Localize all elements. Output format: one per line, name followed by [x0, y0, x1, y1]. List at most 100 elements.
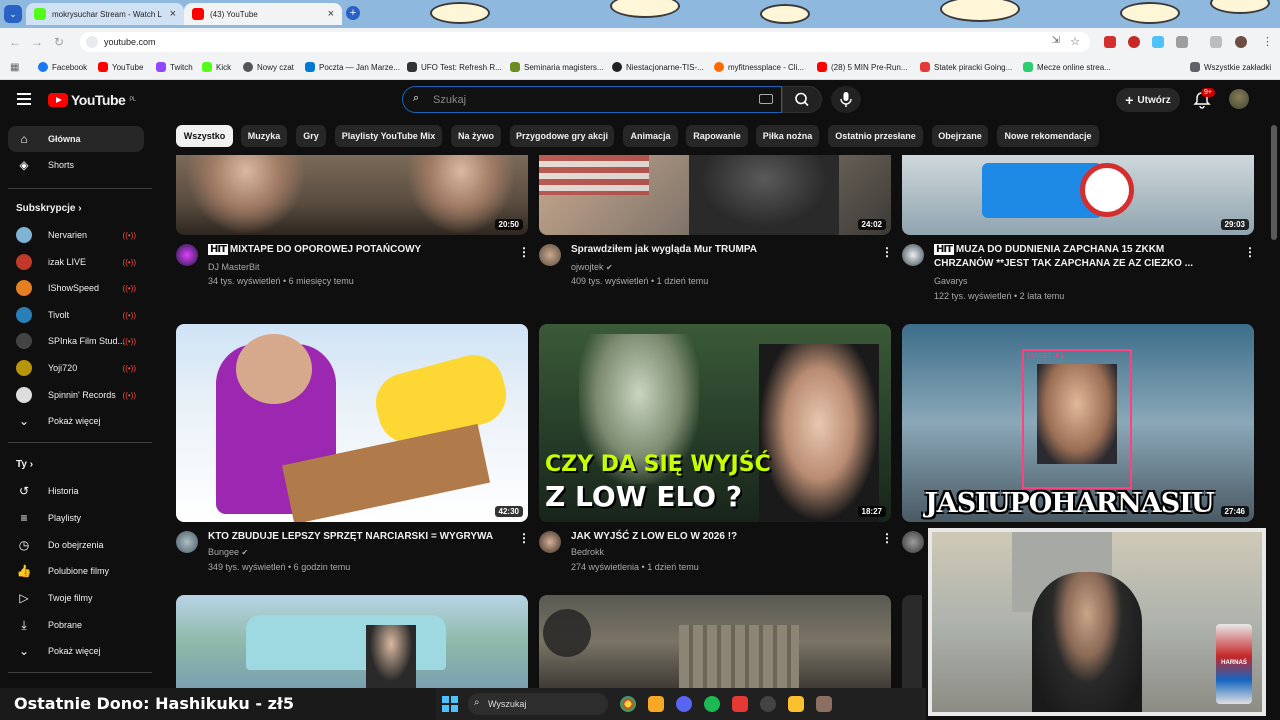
forward-icon[interactable]: → — [26, 35, 48, 49]
voice-search-button[interactable] — [831, 86, 861, 113]
chip[interactable]: Obejrzane — [932, 125, 988, 147]
chip-all[interactable]: Wszystko — [176, 125, 233, 147]
chip[interactable]: Na żywo — [451, 125, 501, 147]
search-button[interactable] — [782, 86, 822, 113]
app-icon[interactable] — [732, 696, 748, 712]
video-thumbnail[interactable]: 42:30 — [176, 324, 528, 522]
chip[interactable]: Gry — [296, 125, 326, 147]
channel-avatar[interactable] — [539, 244, 561, 266]
sidebar-item-downloads[interactable]: ⤓ Pobrane — [8, 612, 144, 638]
channel-name[interactable]: Bungee ✔ — [208, 547, 248, 557]
sidebar-item-subscription[interactable]: Nervarien ((•)) — [8, 222, 144, 248]
sidebar-item-history[interactable]: ↺ Historia — [8, 478, 144, 504]
account-avatar[interactable] — [1229, 89, 1249, 109]
extension-icon[interactable] — [1104, 36, 1116, 48]
bookmark-item[interactable]: Poczta — Jan Marze... — [305, 62, 400, 72]
sidebar-item-subscription[interactable]: izak LIVE ((•)) — [8, 249, 144, 275]
extensions-puzzle-icon[interactable] — [1176, 36, 1188, 48]
sidebar-item-your-videos[interactable]: ▷ Twoje filmy — [8, 585, 144, 611]
bookmark-item[interactable]: Facebook — [38, 62, 87, 72]
video-title[interactable]: KTO ZBUDUJE LEPSZY SPRZĘT NARCIARSKI = W… — [208, 530, 508, 544]
you-heading[interactable]: Ty › — [16, 459, 33, 470]
video-thumbnail[interactable]: CZY DA SIĘ WYJŚĆ Z LOW ELO ? 18:27 — [539, 324, 891, 522]
bookmark-item[interactable]: (28) 5 MIN Pre-Run... — [817, 62, 907, 72]
taskbar-search[interactable]: ⌕ Wyszukaj — [468, 693, 608, 715]
close-tab-icon[interactable]: × — [170, 8, 176, 20]
channel-name[interactable]: Bedrokk — [571, 547, 604, 557]
chip[interactable]: Nowe rekomendacje — [997, 125, 1099, 147]
channel-name[interactable]: Gavarys — [934, 276, 968, 286]
sidebar-show-more[interactable]: ⌄ Pokaż więcej — [8, 638, 144, 664]
extension-icon[interactable] — [1152, 36, 1164, 48]
keyboard-icon[interactable] — [759, 94, 773, 104]
tab-youtube[interactable]: (43) YouTube × — [184, 3, 342, 25]
video-thumbnail[interactable] — [176, 595, 528, 688]
channel-avatar[interactable] — [539, 531, 561, 553]
windows-start-icon[interactable] — [442, 696, 458, 712]
sidebar-item-home[interactable]: ⌂ Główna — [8, 126, 144, 152]
bookmark-item[interactable]: Niestacjonarne-TIS-... — [612, 62, 704, 72]
channel-name[interactable]: ojwojtek ✔ — [571, 262, 613, 272]
menu-hamburger-icon[interactable] — [17, 93, 31, 105]
sidebar-item-playlists[interactable]: ≡ Playlisty — [8, 505, 144, 531]
more-actions-icon[interactable]: ⋮ — [881, 245, 893, 259]
extension-icon[interactable] — [1128, 36, 1140, 48]
bookmark-item[interactable]: Statek piracki Going... — [920, 62, 1012, 72]
bookmark-item[interactable]: Mecze online strea... — [1023, 62, 1111, 72]
channel-avatar[interactable] — [176, 531, 198, 553]
browser-menu-icon[interactable]: ⋮ — [1262, 35, 1273, 48]
more-actions-icon[interactable]: ⋮ — [881, 531, 893, 545]
create-button[interactable]: + Utwórz — [1116, 88, 1180, 112]
bookmark-item[interactable]: Seminaria magisters... — [510, 62, 604, 72]
sidebar-item-subscription[interactable]: Tivolt ((•)) — [8, 302, 144, 328]
all-bookmarks[interactable]: Wszystkie zakładki — [1190, 62, 1271, 72]
bookmark-item[interactable]: YouTube — [98, 62, 143, 72]
chip[interactable]: Playlisty YouTube Mix — [335, 125, 442, 147]
bookmark-item[interactable]: Kick — [202, 62, 231, 72]
bookmark-item[interactable]: myfitnessplace - Cli... — [714, 62, 804, 72]
video-title[interactable]: Sprawdziłem jak wygląda Mur TRUMPA — [571, 243, 871, 257]
sidebar-show-more[interactable]: ⌄ Pokaż więcej — [8, 408, 144, 434]
profile-icon[interactable] — [1235, 36, 1247, 48]
scrollbar-thumb[interactable] — [1271, 125, 1277, 240]
video-thumbnail[interactable] — [902, 595, 922, 688]
site-info-icon[interactable] — [86, 36, 98, 48]
tab-search-button[interactable]: ⌄ — [4, 5, 22, 23]
more-actions-icon[interactable]: ⋮ — [518, 531, 530, 545]
more-actions-icon[interactable]: ⋮ — [1244, 245, 1256, 259]
chip[interactable]: Ostatnio przesłane — [828, 125, 923, 147]
more-actions-icon[interactable]: ⋮ — [518, 245, 530, 259]
close-tab-icon[interactable]: × — [328, 8, 334, 20]
channel-name[interactable]: DJ MasterBit — [208, 262, 260, 272]
chip[interactable]: Przygodowe gry akcji — [510, 125, 614, 147]
apps-grid-icon[interactable]: ▦ — [10, 62, 19, 73]
video-title[interactable]: JAK WYJŚĆ Z LOW ELO W 2026 !? — [571, 530, 871, 544]
bookmark-item[interactable]: Nowy czat — [243, 62, 294, 72]
sidebar-item-watch-later[interactable]: ◷ Do obejrzenia — [8, 532, 144, 558]
video-title[interactable]: HIT MUZA DO DUDNIENIA ZAPCHANA 15 ZKKM CHR… — [934, 243, 1234, 271]
video-thumbnail[interactable]: 24:02 — [539, 155, 891, 235]
youtube-logo[interactable]: YouTube PL — [48, 92, 136, 108]
discord-icon[interactable] — [676, 696, 692, 712]
chip[interactable]: Rapowanie — [686, 125, 748, 147]
channel-avatar[interactable] — [902, 531, 924, 553]
bookmark-item[interactable]: Twitch — [156, 62, 193, 72]
video-thumbnail[interactable]: 29:03 — [902, 155, 1254, 235]
address-bar[interactable]: youtube.com ⇲ ☆ — [80, 32, 1090, 52]
reload-icon[interactable]: ↻ — [48, 35, 70, 49]
reading-list-icon[interactable] — [1210, 36, 1222, 48]
spotify-icon[interactable] — [704, 696, 720, 712]
video-title[interactable]: HIT MIXTAPE DO OPOROWEJ POTAŃCOWY — [208, 243, 508, 257]
install-app-icon[interactable]: ⇲ — [1052, 35, 1060, 46]
game-launcher-icon[interactable] — [816, 696, 832, 712]
sidebar-item-subscription[interactable]: SPInka Film Stud... ((•)) — [8, 328, 144, 354]
video-thumbnail[interactable] — [539, 595, 891, 688]
sidebar-item-shorts[interactable]: ◈ Shorts — [8, 152, 144, 178]
chip[interactable]: Muzyka — [241, 125, 287, 147]
channel-avatar[interactable] — [176, 244, 198, 266]
search-input[interactable] — [433, 91, 733, 109]
sidebar-item-subscription[interactable]: Yoji720 ((•)) — [8, 355, 144, 381]
sidebar-item-subscription[interactable]: Spinnin' Records ((•)) — [8, 382, 144, 408]
chrome-icon[interactable] — [620, 696, 636, 712]
bookmark-item[interactable]: UFO Test: Refresh R... — [407, 62, 502, 72]
